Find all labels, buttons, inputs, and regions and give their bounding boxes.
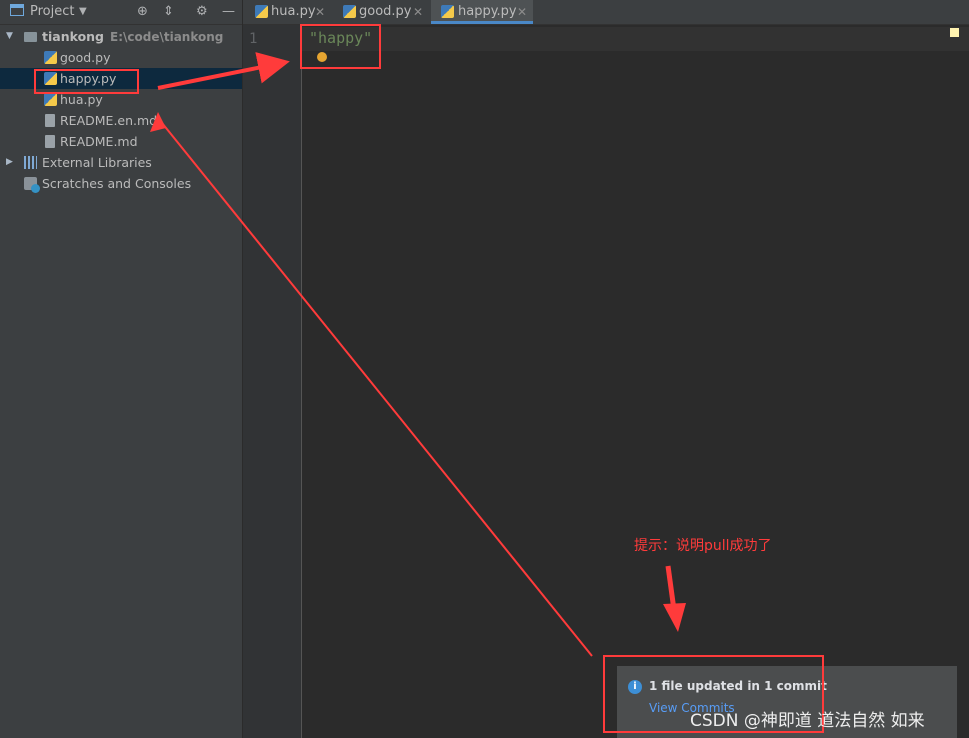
annotation-arrows [150, 52, 686, 657]
arrow-hint-head [663, 603, 686, 632]
arrow-shaft-notification [157, 117, 593, 657]
watermark: CSDN @神即道 道法自然 如来 [690, 711, 925, 731]
arrow-to-code [157, 52, 290, 90]
arrow-head-readme [150, 112, 166, 132]
arrow-hint-shaft [665, 565, 677, 611]
